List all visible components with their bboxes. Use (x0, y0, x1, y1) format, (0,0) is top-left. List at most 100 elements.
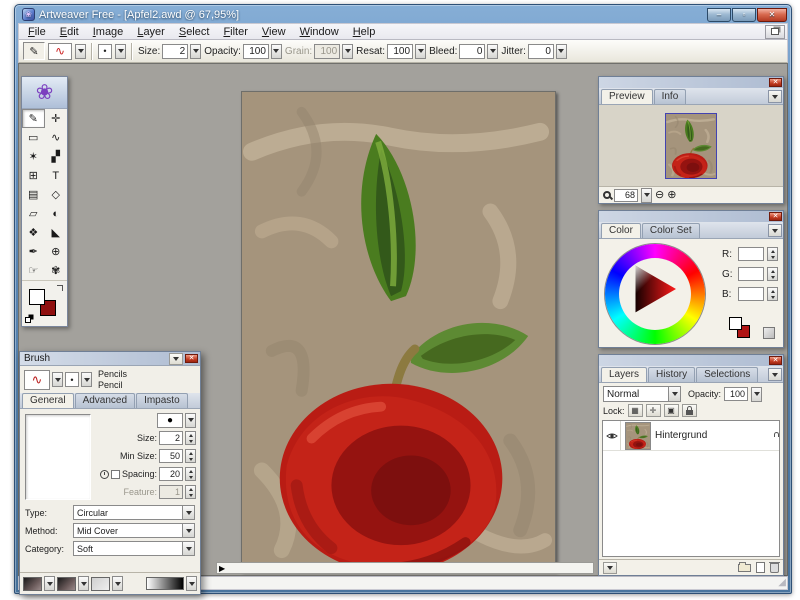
stroke-texture-dropdown[interactable] (44, 576, 55, 591)
crop-tool[interactable]: ▞ (45, 147, 68, 166)
menu-window[interactable]: Window (293, 25, 346, 39)
stroke-texture-thumb[interactable] (57, 576, 76, 591)
lasso-tool[interactable]: ∿ (45, 128, 68, 147)
brush-preset-preview[interactable]: ∿ (48, 42, 72, 60)
menu-image[interactable]: Image (86, 25, 131, 39)
layer-name[interactable]: Hintergrund (655, 430, 773, 441)
rect-select-tool[interactable]: ▭ (22, 128, 45, 147)
menu-view[interactable]: View (255, 25, 293, 39)
green-input[interactable] (738, 267, 764, 281)
menu-filter[interactable]: Filter (216, 25, 254, 39)
stroke-texture-thumb[interactable] (91, 576, 110, 591)
resat-dropdown[interactable] (415, 43, 427, 59)
jitter-input[interactable]: 0 (527, 43, 554, 59)
close-icon[interactable]: ✕ (185, 354, 198, 363)
red-input[interactable] (738, 247, 764, 261)
gradient-tool[interactable]: ▤ (22, 185, 45, 204)
close-icon[interactable]: ✕ (769, 356, 782, 365)
brush-min-size-input[interactable]: 50 (159, 449, 183, 463)
brush-dot-button[interactable]: • (65, 372, 79, 387)
maximize-button[interactable]: ▫ (732, 7, 756, 22)
layers-menu-button[interactable] (603, 561, 617, 574)
gradient-dropdown[interactable] (186, 576, 197, 591)
layers-opacity-input[interactable]: 100 (724, 387, 749, 401)
close-icon[interactable]: ✕ (769, 212, 782, 221)
swap-colors-icon[interactable] (57, 285, 63, 291)
size-input[interactable]: 2 (162, 43, 189, 59)
tab-layers[interactable]: Layers (601, 367, 648, 382)
panel-menu-button[interactable] (768, 224, 782, 237)
layer-thumbnail[interactable] (625, 421, 651, 450)
stroke-texture-dropdown[interactable] (112, 576, 123, 591)
zoom-tool[interactable]: ⊕ (45, 242, 68, 261)
clone-stamp-tool[interactable]: ◐ (45, 204, 68, 223)
bleed-dropdown[interactable] (487, 43, 499, 59)
eraser-tool[interactable]: ▱ (22, 204, 45, 223)
minimize-button[interactable]: – (707, 7, 731, 22)
color-triangle[interactable] (612, 252, 686, 326)
brush-type-select[interactable]: Circular (73, 505, 195, 520)
new-group-icon[interactable] (738, 561, 751, 572)
opacity-input[interactable]: 100 (242, 43, 269, 59)
preview-zoom-value[interactable]: 68 (614, 188, 638, 202)
layer-row[interactable]: Hintergrund (603, 421, 779, 451)
magic-wand-tool[interactable]: ✶ (22, 147, 45, 166)
foreground-color-swatch[interactable] (29, 289, 45, 305)
foreground-color-swatch[interactable] (729, 317, 742, 330)
panel-menu-button[interactable] (768, 368, 782, 381)
brush-min-size-spinner[interactable] (185, 449, 196, 463)
brush-tip-shape-dropdown[interactable] (185, 412, 196, 428)
smudge-tool[interactable]: ❖ (22, 223, 45, 242)
tab-general[interactable]: General (22, 393, 74, 408)
spacing-checkbox[interactable] (110, 469, 120, 479)
gradient-preview[interactable] (146, 577, 184, 590)
current-tool-button[interactable]: ✎ (23, 42, 45, 60)
resize-grip[interactable]: ◢ (778, 577, 786, 589)
menu-layer[interactable]: Layer (130, 25, 172, 39)
menu-edit[interactable]: Edit (53, 25, 86, 39)
brush-tip-dropdown[interactable] (115, 43, 126, 59)
brush-tip-button[interactable]: • (98, 43, 112, 59)
canvas[interactable] (241, 91, 556, 571)
blue-input[interactable] (738, 287, 764, 301)
lock-transparency-button[interactable]: ▦ (627, 404, 643, 417)
brush-size-input[interactable]: 2 (159, 431, 183, 445)
bleed-input[interactable]: 0 (459, 43, 486, 59)
tab-color-set[interactable]: Color Set (641, 223, 700, 238)
size-dropdown[interactable] (190, 43, 202, 59)
tab-info[interactable]: Info (653, 89, 687, 104)
brush-size-spinner[interactable] (185, 431, 196, 445)
delete-layer-icon[interactable] (769, 561, 780, 573)
panel-menu-button[interactable] (768, 90, 782, 103)
zoom-out-icon[interactable]: ⊖ (655, 189, 664, 201)
red-spinner[interactable] (767, 247, 778, 261)
brush-tool[interactable]: ✎ (22, 109, 45, 128)
lock-image-button[interactable]: ▣ (663, 404, 679, 417)
move-tool[interactable]: ✛ (45, 109, 68, 128)
stroke-texture-dropdown[interactable] (78, 576, 89, 591)
close-button[interactable]: ✕ (757, 7, 787, 22)
airbrush-tool[interactable]: ✾ (45, 261, 68, 280)
brush-tip-shape[interactable]: ● (157, 412, 183, 428)
brush-dot-dropdown[interactable] (81, 372, 92, 387)
brush-panel-menu-button[interactable] (169, 352, 183, 365)
shape-tool[interactable]: ◇ (45, 185, 68, 204)
tab-impasto[interactable]: Impasto (136, 393, 188, 408)
blue-spinner[interactable] (767, 287, 778, 301)
document-restore-button[interactable] (765, 24, 785, 39)
close-icon[interactable]: ✕ (769, 78, 782, 87)
tab-advanced[interactable]: Advanced (74, 393, 136, 408)
new-layer-icon[interactable] (756, 562, 765, 573)
text-tool[interactable]: T (45, 166, 68, 185)
brush-spacing-input[interactable]: 20 (159, 467, 183, 481)
layer-visibility-toggle[interactable] (603, 421, 621, 450)
stroke-texture-thumb[interactable] (23, 576, 42, 591)
resat-input[interactable]: 100 (387, 43, 414, 59)
layers-opacity-dropdown[interactable] (751, 386, 763, 402)
brush-spacing-spinner[interactable] (185, 467, 196, 481)
preview-thumbnail[interactable] (665, 112, 717, 179)
jitter-dropdown[interactable] (555, 43, 567, 59)
hand-tool[interactable]: ☞ (22, 261, 45, 280)
brush-stroke-preview[interactable]: ∿ (24, 369, 50, 390)
brush-method-select[interactable]: Mid Cover (73, 523, 195, 538)
